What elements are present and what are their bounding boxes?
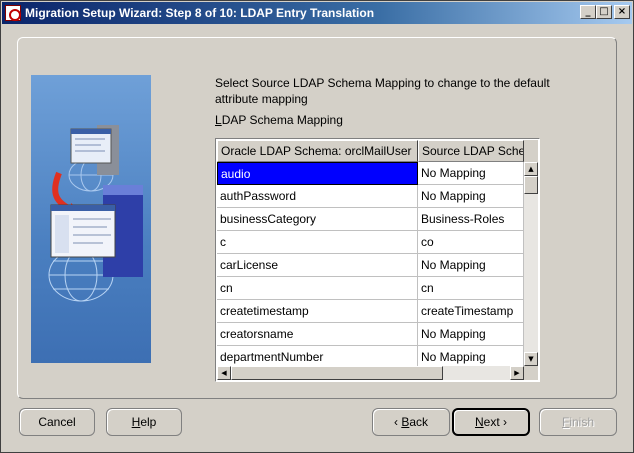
cell-source-attr[interactable]: createTimestamp <box>418 300 524 323</box>
help-button[interactable]: Help <box>106 408 182 436</box>
wizard-window: Migration Setup Wizard: Step 8 of 10: LD… <box>0 0 634 453</box>
computers-illustration-icon <box>48 125 143 302</box>
table-row[interactable]: creatorsname No Mapping <box>217 323 524 346</box>
cell-oracle-attr[interactable]: businessCategory <box>217 208 418 231</box>
wizard-illustration <box>31 75 151 363</box>
column-header-source[interactable]: Source LDAP Schema <box>418 140 524 162</box>
table-row[interactable]: departmentNumber No Mapping <box>217 346 524 366</box>
cell-source-attr[interactable]: Business-Roles <box>418 208 524 231</box>
cell-source-attr[interactable]: cn <box>418 277 524 300</box>
maximize-button[interactable]: □ <box>596 5 612 19</box>
cell-oracle-attr[interactable]: audio <box>217 162 418 185</box>
cell-oracle-attr[interactable]: creatorsname <box>217 323 418 346</box>
cell-oracle-attr[interactable]: cn <box>217 277 418 300</box>
grid-label: LDAP Schema Mapping <box>215 113 343 127</box>
table-row[interactable]: cn cn <box>217 277 524 300</box>
close-button[interactable]: × <box>614 5 630 19</box>
cell-oracle-attr[interactable]: carLicense <box>217 254 418 277</box>
cell-source-attr[interactable]: co <box>418 231 524 254</box>
cell-source-attr[interactable]: No Mapping <box>418 346 524 366</box>
instruction-text: Select Source LDAP Schema Mapping to cha… <box>215 76 550 106</box>
cell-source-attr[interactable]: No Mapping <box>418 162 524 185</box>
cancel-button[interactable]: Cancel <box>19 408 95 436</box>
table-header: Oracle LDAP Schema: orclMailUser Source … <box>217 140 524 162</box>
cell-oracle-attr[interactable]: createtimestamp <box>217 300 418 323</box>
table-row[interactable]: c co <box>217 231 524 254</box>
scroll-left-icon[interactable]: ◀ <box>217 366 231 380</box>
horizontal-scroll-thumb[interactable] <box>231 366 443 380</box>
scroll-down-icon[interactable]: ▼ <box>524 352 538 366</box>
next-button[interactable]: Next › <box>452 408 530 436</box>
back-button[interactable]: ‹ Back <box>372 408 450 436</box>
cell-source-attr[interactable]: No Mapping <box>418 254 524 277</box>
table-row[interactable]: createtimestamp createTimestamp <box>217 300 524 323</box>
cell-oracle-attr[interactable]: authPassword <box>217 185 418 208</box>
table-row[interactable]: businessCategory Business-Roles <box>217 208 524 231</box>
app-icon <box>5 5 21 21</box>
vertical-scrollbar[interactable]: ▲ ▼ <box>524 162 538 366</box>
minimize-button[interactable]: _ <box>580 5 596 19</box>
table-body: Oracle LDAP Schema: orclMailUser Source … <box>217 140 524 366</box>
table-row[interactable]: authPassword No Mapping <box>217 185 524 208</box>
finish-button[interactable]: Finish <box>539 408 617 436</box>
scroll-up-icon[interactable]: ▲ <box>524 162 538 176</box>
horizontal-scrollbar[interactable]: ◀ ▶ <box>217 366 524 380</box>
scrollbar-corner <box>524 366 538 380</box>
window-title: Migration Setup Wizard: Step 8 of 10: LD… <box>25 6 375 20</box>
window-controls: _ □ × <box>580 5 630 19</box>
schema-mapping-table[interactable]: Oracle LDAP Schema: orclMailUser Source … <box>215 138 540 382</box>
next-arrow-icon: › <box>503 415 508 429</box>
table-row[interactable]: carLicense No Mapping <box>217 254 524 277</box>
scrollbar-header-filler <box>524 140 538 162</box>
vertical-scroll-thumb[interactable] <box>524 176 538 194</box>
cell-source-attr[interactable]: No Mapping <box>418 323 524 346</box>
title-bar[interactable]: Migration Setup Wizard: Step 8 of 10: LD… <box>2 2 632 24</box>
column-header-oracle[interactable]: Oracle LDAP Schema: orclMailUser <box>217 140 418 162</box>
cell-oracle-attr[interactable]: departmentNumber <box>217 346 418 366</box>
cell-source-attr[interactable]: No Mapping <box>418 185 524 208</box>
table-row[interactable]: audio No Mapping <box>217 162 524 185</box>
cell-oracle-attr[interactable]: c <box>217 231 418 254</box>
scroll-right-icon[interactable]: ▶ <box>510 366 524 380</box>
back-arrow-icon: ‹ <box>393 415 398 429</box>
